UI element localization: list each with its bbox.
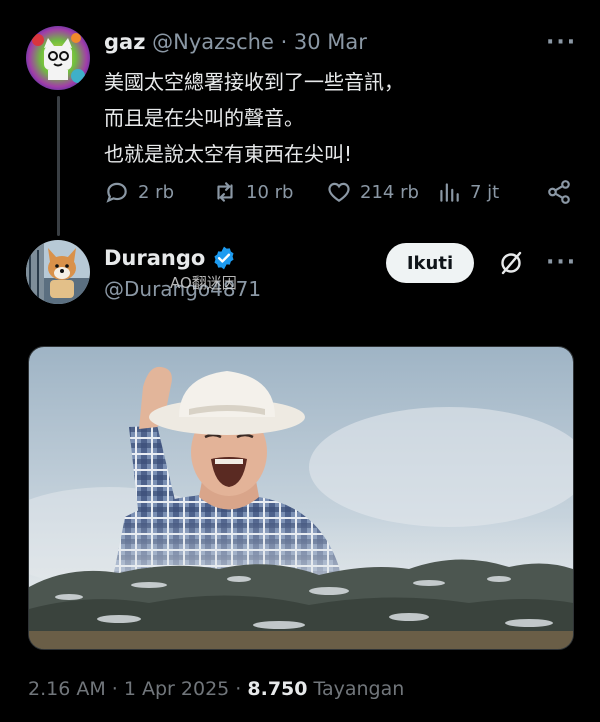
tweet1-text-line-2: 而且是在尖叫的聲音。: [104, 106, 304, 130]
tweet2-media-image[interactable]: [28, 346, 574, 650]
tweet1-text-line-3: 也就是說太空有東西在尖叫!: [104, 142, 353, 166]
repost-count: 10 rb: [246, 181, 294, 203]
thread-connector-line: [57, 96, 60, 236]
tweet1-date[interactable]: · 30 Mar: [281, 30, 367, 54]
views-count: 7 jt: [470, 181, 500, 203]
avatar-gaz[interactable]: [26, 26, 90, 90]
tweet1-action-bar: 2 rb 10 rb 214 rb 7 jt: [104, 176, 574, 208]
tweet2-timestamp[interactable]: 2.16 AM · 1 Apr 2025 ·: [28, 678, 247, 700]
follow-button[interactable]: Ikuti: [386, 243, 474, 283]
watermark-text: AO翻迷因: [170, 274, 237, 292]
reply-count: 2 rb: [138, 181, 174, 203]
tweet1-author-handle[interactable]: @Nyazsche: [152, 30, 274, 54]
grok-icon[interactable]: [496, 248, 526, 278]
tweet2-views-label: Tayangan: [307, 678, 405, 700]
tweet1-more-button[interactable]: ···: [546, 30, 577, 55]
verified-badge-icon: [214, 246, 234, 270]
tweet2-author[interactable]: Durango: [104, 245, 237, 271]
tweet1-header: gaz @Nyazsche · 30 Mar: [104, 30, 367, 54]
like-button[interactable]: 214 rb: [326, 176, 419, 208]
reply-icon: [106, 182, 127, 203]
tweet2-timestamp-views: 2.16 AM · 1 Apr 2025 · 8.750 Tayangan: [28, 678, 404, 700]
heart-icon: [328, 182, 350, 202]
avatar-durango[interactable]: [26, 240, 90, 304]
repost-button[interactable]: 10 rb: [212, 176, 293, 208]
reply-button[interactable]: 2 rb: [104, 176, 174, 208]
views-button[interactable]: 7 jt: [436, 176, 499, 208]
analytics-icon: [440, 183, 459, 202]
tweet-detail-screen: gaz @Nyazsche · 30 Mar ··· 美國太空總署接收到了一些音…: [0, 0, 600, 722]
repost-icon: [217, 182, 233, 202]
tweet2-author-name[interactable]: Durango: [104, 246, 205, 270]
tweet1-text-line-1: 美國太空總署接收到了一些音訊，: [104, 70, 404, 94]
share-icon: [548, 180, 570, 204]
tweet2-more-button[interactable]: ···: [546, 250, 577, 275]
tweet1-author-name[interactable]: gaz: [104, 30, 145, 54]
like-count: 214 rb: [360, 181, 419, 203]
tweet2-views-count: 8.750: [247, 678, 308, 700]
share-button[interactable]: [546, 176, 572, 208]
